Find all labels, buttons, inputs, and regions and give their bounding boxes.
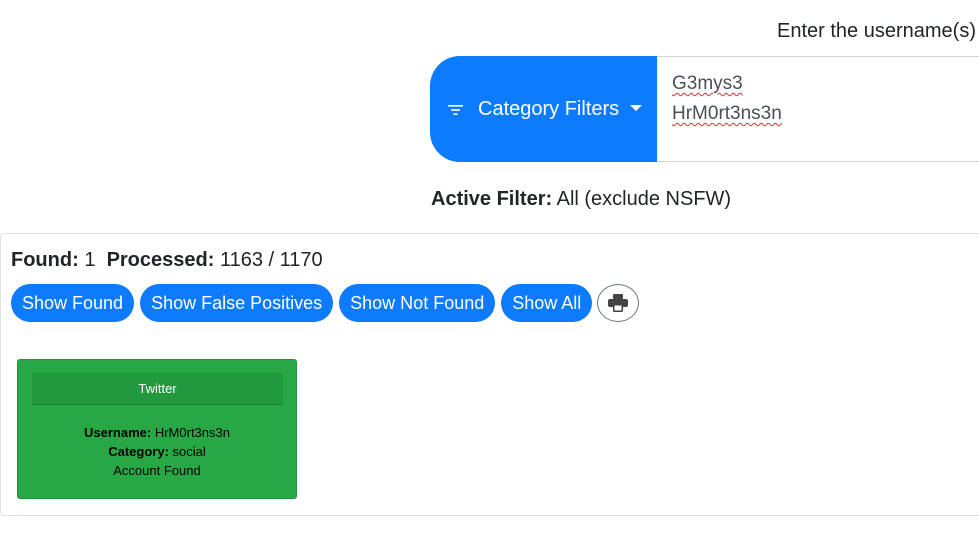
result-filter-buttons: Show Found Show False Positives Show Not… <box>11 284 640 322</box>
print-icon <box>608 294 629 312</box>
result-username-row: Username: HrM0rt3ns3n <box>18 423 296 442</box>
show-all-button[interactable]: Show All <box>501 284 593 322</box>
category-filters-label: Category Filters <box>478 97 620 120</box>
username-line: HrM0rt3ns3n <box>672 103 782 124</box>
result-card: Twitter Username: HrM0rt3ns3n Category: … <box>17 359 297 499</box>
show-false-positives-button[interactable]: Show False Positives <box>140 284 334 322</box>
active-filter-label: Active Filter: <box>431 188 553 210</box>
result-site-name: Twitter <box>32 373 283 405</box>
filter-icon <box>448 105 463 115</box>
found-label: Found: <box>11 249 79 271</box>
processed-count: 1163 / 1170 <box>219 249 323 271</box>
result-category-label: Category: <box>108 444 169 459</box>
result-category-row: Category: social <box>18 442 296 461</box>
show-found-button[interactable]: Show Found <box>11 284 135 322</box>
username-prompt: Enter the username(s) <box>777 20 976 42</box>
result-details: Username: HrM0rt3ns3n Category: social A… <box>18 423 296 480</box>
processed-label: Processed: <box>106 249 215 271</box>
username-line: G3mys3 <box>672 73 743 94</box>
result-username-value: HrM0rt3ns3n <box>154 425 230 440</box>
active-filter-value: All (exclude NSFW) <box>556 188 732 210</box>
caret-down-icon <box>630 104 643 111</box>
show-not-found-button[interactable]: Show Not Found <box>339 284 496 322</box>
result-category-value: social <box>172 444 206 459</box>
search-stats: Found: 1 Processed: 1163 / 1170 <box>11 248 323 272</box>
active-filter: Active Filter: All (exclude NSFW) <box>431 187 731 211</box>
result-username-label: Username: <box>84 425 152 440</box>
print-button[interactable] <box>597 284 640 322</box>
username-input[interactable]: G3mys3 HrM0rt3ns3n <box>657 56 979 162</box>
category-filters-button[interactable]: Category Filters <box>430 56 657 162</box>
result-status: Account Found <box>113 463 201 478</box>
found-count: 1 <box>84 249 96 271</box>
